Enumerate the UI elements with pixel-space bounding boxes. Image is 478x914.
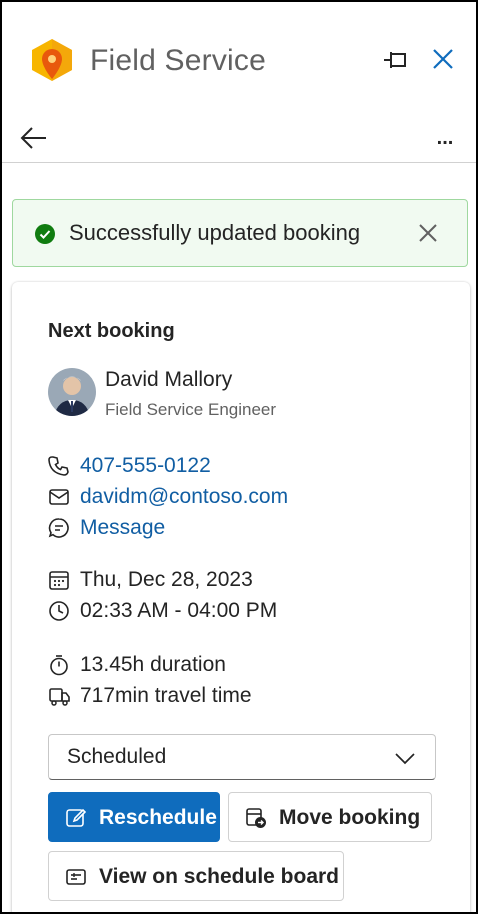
move-booking-label: Move booking [279,806,421,829]
person-name: David Mallory [105,368,233,391]
vehicle-icon [48,685,70,707]
move-booking-button[interactable]: Move booking [228,792,432,842]
booking-travel-time: 717min travel time [80,684,252,707]
email-link[interactable]: davidm@contoso.com [80,483,288,511]
app-header: Field Service [2,2,476,110]
chat-icon [48,517,70,539]
dismiss-icon[interactable] [415,220,441,246]
edit-icon [65,807,87,829]
app-logo-icon [26,37,78,89]
booking-card: Next booking David Mallory Field Service… [12,282,470,912]
avatar [48,368,96,416]
clock-icon [48,600,70,622]
phone-link[interactable]: 407-555-0122 [80,452,211,480]
mail-icon [48,486,70,508]
reschedule-label: Reschedule [99,806,217,829]
toast-message: Successfully updated booking [69,220,361,245]
phone-icon [48,455,70,477]
message-link[interactable]: Message [80,514,165,542]
card-title: Next booking [48,320,175,342]
booking-time: 02:33 AM - 04:00 PM [80,599,278,622]
booking-duration: 13.45h duration [80,653,226,676]
timer-icon [48,654,70,676]
app-title: Field Service [90,44,266,77]
status-dropdown[interactable]: Scheduled [48,734,436,780]
view-schedule-board-button[interactable]: View on schedule board [48,851,344,901]
back-arrow-icon[interactable] [18,124,50,152]
reschedule-button[interactable]: Reschedule [48,792,220,842]
success-toast: Successfully updated booking [12,199,468,267]
pin-icon[interactable] [382,46,412,74]
calendar-icon [48,569,70,591]
person-role: Field Service Engineer [105,400,277,419]
success-check-icon [35,224,55,244]
calendar-move-icon [245,807,267,829]
chevron-down-icon [393,747,417,769]
more-icon[interactable]: ... [430,124,460,152]
view-schedule-board-label: View on schedule board [99,865,340,888]
close-icon[interactable] [428,44,458,74]
command-bar: ... [2,110,476,163]
schedule-board-icon [65,866,87,888]
booking-date: Thu, Dec 28, 2023 [80,568,253,591]
status-selected: Scheduled [67,745,167,768]
app-panel: Field Service ... Successfully updated b… [0,0,478,914]
